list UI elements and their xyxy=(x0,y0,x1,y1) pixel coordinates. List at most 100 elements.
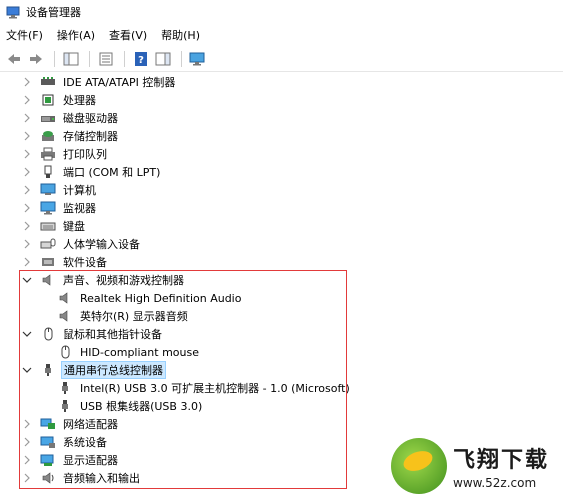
collapsed-chevron-icon[interactable] xyxy=(22,203,32,213)
toolbar: ? xyxy=(0,46,563,72)
title-bar: 设备管理器 xyxy=(0,0,563,24)
collapsed-chevron-icon[interactable] xyxy=(22,221,32,231)
collapsed-chevron-icon[interactable] xyxy=(22,167,32,177)
tree-node-label: 网络适配器 xyxy=(63,418,118,431)
device-node[interactable]: Realtek High Definition Audio xyxy=(57,289,243,307)
collapsed-chevron-icon[interactable] xyxy=(22,257,32,267)
device-node[interactable]: Intel(R) USB 3.0 可扩展主机控制器 - 1.0 (Microso… xyxy=(57,379,352,397)
expanded-chevron-icon[interactable] xyxy=(22,275,32,285)
properties-button[interactable] xyxy=(96,49,116,69)
audio-io-icon xyxy=(40,471,56,485)
device-category-node[interactable]: IDE ATA/ATAPI 控制器 xyxy=(22,73,177,91)
display-adapter-icon xyxy=(40,453,56,467)
menu-action[interactable]: 操作(A) xyxy=(57,27,95,43)
network-adapter-icon xyxy=(40,417,56,431)
tree-node-label: 计算机 xyxy=(63,184,96,197)
device-category-node[interactable]: 系统设备 xyxy=(22,433,109,451)
collapsed-chevron-icon[interactable] xyxy=(22,473,32,483)
collapsed-chevron-icon[interactable] xyxy=(22,419,32,429)
expanded-chevron-icon[interactable] xyxy=(22,329,32,339)
speaker-icon xyxy=(57,309,73,323)
device-node[interactable]: HID-compliant mouse xyxy=(57,343,201,361)
tree-node-label: 键盘 xyxy=(63,220,85,233)
tree-node-label: IDE ATA/ATAPI 控制器 xyxy=(63,76,176,89)
device-category-node[interactable]: 音频输入和输出 xyxy=(22,469,142,487)
device-category-node[interactable]: 声音、视频和游戏控制器 xyxy=(22,271,186,289)
toolbar-separator xyxy=(181,50,182,67)
menu-help[interactable]: 帮助(H) xyxy=(161,27,200,43)
device-category-node[interactable]: 磁盘驱动器 xyxy=(22,109,120,127)
back-button[interactable] xyxy=(4,49,24,69)
menu-view[interactable]: 查看(V) xyxy=(109,27,147,43)
device-category-node[interactable]: 处理器 xyxy=(22,91,98,109)
mouse-icon xyxy=(40,327,56,341)
collapsed-chevron-icon[interactable] xyxy=(22,113,32,123)
tree-node-label: 声音、视频和游戏控制器 xyxy=(63,274,184,287)
window-title: 设备管理器 xyxy=(26,6,81,19)
device-category-node[interactable]: 显示适配器 xyxy=(22,451,120,469)
collapsed-chevron-icon[interactable] xyxy=(22,455,32,465)
collapsed-chevron-icon[interactable] xyxy=(22,77,32,87)
tree-node-label: 监视器 xyxy=(63,202,96,215)
action-pane-icon xyxy=(155,52,171,65)
tree-node-label: 存储控制器 xyxy=(63,130,118,143)
menu-bar: 文件(F) 操作(A) 查看(V) 帮助(H) xyxy=(0,24,563,46)
device-category-node[interactable]: 软件设备 xyxy=(22,253,109,271)
expanded-chevron-icon[interactable] xyxy=(22,365,32,375)
processor-icon xyxy=(40,93,56,107)
storage-controller-icon xyxy=(40,129,56,143)
tree-node-label: 显示适配器 xyxy=(63,454,118,467)
tree-node-label: 音频输入和输出 xyxy=(63,472,140,485)
collapsed-chevron-icon[interactable] xyxy=(22,437,32,447)
ide-controller-icon xyxy=(40,75,56,89)
tree-node-label: 端口 (COM 和 LPT) xyxy=(63,166,161,179)
device-node[interactable]: 英特尔(R) 显示器音频 xyxy=(57,307,190,325)
forward-button[interactable] xyxy=(26,49,46,69)
console-tree-icon xyxy=(63,52,79,65)
tree-node-label: 磁盘驱动器 xyxy=(63,112,118,125)
collapsed-chevron-icon[interactable] xyxy=(22,239,32,249)
show-hide-tree-button[interactable] xyxy=(61,49,81,69)
forward-arrow-icon xyxy=(30,53,42,64)
help-icon: ? xyxy=(135,51,147,66)
tree-node-label: USB 根集线器(USB 3.0) xyxy=(80,400,203,413)
speaker-icon xyxy=(40,273,56,287)
device-category-node[interactable]: 键盘 xyxy=(22,217,87,235)
watermark-url: www.52z.com xyxy=(453,476,537,490)
toolbar-separator xyxy=(124,50,125,67)
collapsed-chevron-icon[interactable] xyxy=(22,95,32,105)
keyboard-icon xyxy=(40,219,56,233)
device-category-node[interactable]: 存储控制器 xyxy=(22,127,120,145)
device-node[interactable]: USB 根集线器(USB 3.0) xyxy=(57,397,204,415)
hid-icon xyxy=(40,237,56,251)
device-manager-icon xyxy=(6,6,20,19)
device-category-node[interactable]: 端口 (COM 和 LPT) xyxy=(22,163,162,181)
device-category-node[interactable]: 监视器 xyxy=(22,199,98,217)
svg-text:?: ? xyxy=(138,55,144,66)
software-device-icon xyxy=(40,255,56,269)
device-category-node[interactable]: 网络适配器 xyxy=(22,415,120,433)
help-button[interactable]: ? xyxy=(131,49,151,69)
device-category-node[interactable]: 打印队列 xyxy=(22,145,109,163)
scan-hardware-button[interactable] xyxy=(188,49,208,69)
action-pane-button[interactable] xyxy=(153,49,173,69)
collapsed-chevron-icon[interactable] xyxy=(22,185,32,195)
watermark-logo-icon xyxy=(391,438,447,494)
tree-node-label: 英特尔(R) 显示器音频 xyxy=(80,310,188,323)
tree-node-label: Intel(R) USB 3.0 可扩展主机控制器 - 1.0 (Microso… xyxy=(80,382,350,395)
collapsed-chevron-icon[interactable] xyxy=(22,131,32,141)
device-category-node[interactable]: 计算机 xyxy=(22,181,98,199)
device-category-node[interactable]: 通用串行总线控制器 xyxy=(22,361,166,379)
device-category-node[interactable]: 人体学输入设备 xyxy=(22,235,142,253)
device-category-node[interactable]: 鼠标和其他指针设备 xyxy=(22,325,164,343)
tree-node-label: 人体学输入设备 xyxy=(63,238,140,251)
mouse-icon xyxy=(57,345,73,359)
usb-icon xyxy=(40,363,56,377)
tree-node-label: 通用串行总线控制器 xyxy=(61,361,166,379)
collapsed-chevron-icon[interactable] xyxy=(22,149,32,159)
menu-file[interactable]: 文件(F) xyxy=(6,27,43,43)
toolbar-separator xyxy=(54,50,55,67)
disk-drive-icon xyxy=(40,111,56,125)
watermark-brand: 飞翔下载 xyxy=(453,448,550,473)
tree-node-label: 打印队列 xyxy=(63,148,107,161)
